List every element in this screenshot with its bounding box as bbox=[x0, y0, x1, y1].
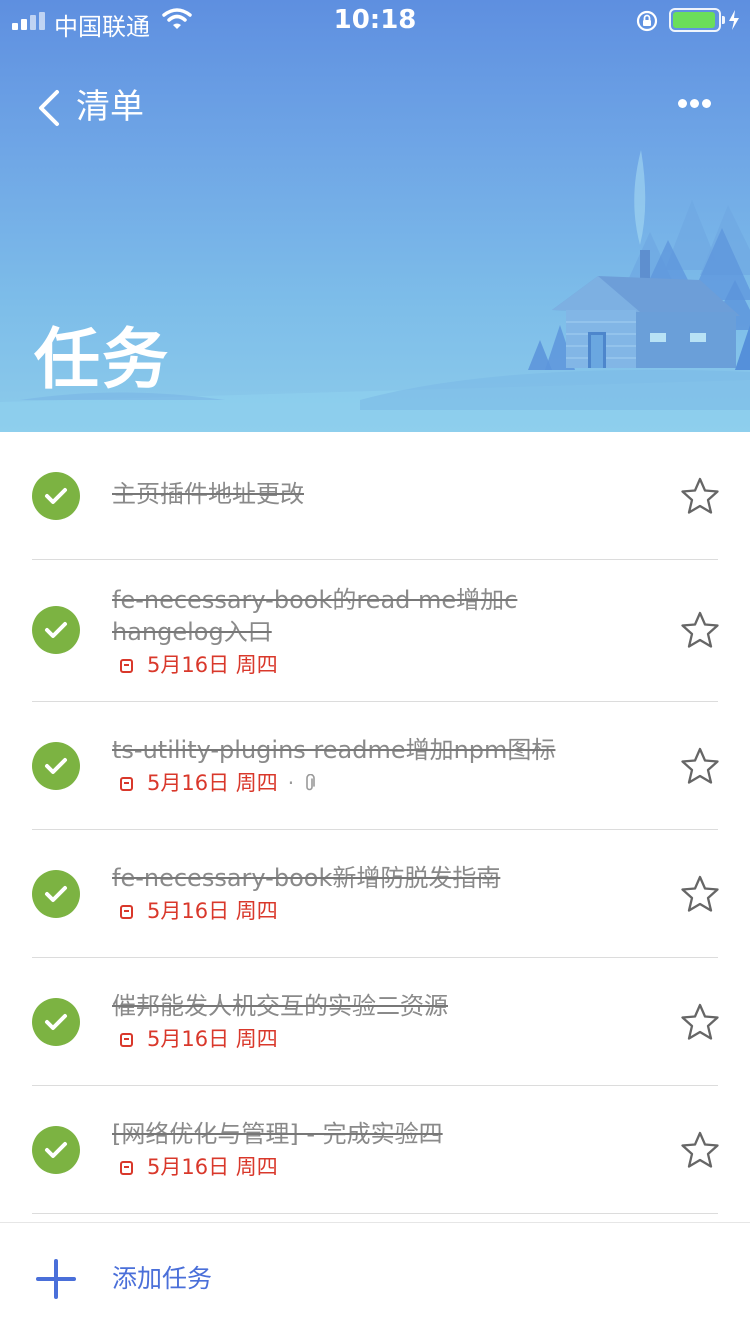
star-icon[interactable] bbox=[680, 476, 720, 516]
calendar-icon bbox=[120, 905, 133, 919]
add-task-bar[interactable]: 添加任务 bbox=[0, 1222, 750, 1334]
star-icon[interactable] bbox=[680, 1002, 720, 1042]
more-options-button[interactable] bbox=[672, 88, 716, 118]
plus-icon[interactable] bbox=[36, 1259, 76, 1299]
task-list: 主页插件地址更改 fe-necessary-book的read me增加chan… bbox=[0, 432, 750, 1214]
task-title: fe-necessary-book的read me增加changelog入口 bbox=[112, 586, 518, 646]
page-title: 任务 bbox=[34, 321, 170, 398]
due-date-text: 5月16日 周四 bbox=[147, 653, 278, 677]
task-item[interactable]: 主页插件地址更改 bbox=[0, 432, 750, 560]
task-title: ts-utility-plugins readme增加npm图标 bbox=[112, 736, 556, 764]
task-due-date: 5月16日 周四 bbox=[112, 650, 532, 680]
status-bar: 中国联通 10:18 bbox=[0, 0, 750, 41]
orientation-lock-icon bbox=[636, 10, 658, 32]
due-date-text: 5月16日 周四 bbox=[147, 771, 278, 795]
list-header: 中国联通 10:18 清单 任务 bbox=[0, 0, 750, 432]
task-item[interactable]: 催邦能发人机交互的实验二资源 5月16日 周四 bbox=[0, 958, 750, 1086]
completed-check-icon[interactable] bbox=[32, 870, 80, 918]
star-icon[interactable] bbox=[680, 610, 720, 650]
calendar-icon bbox=[120, 777, 133, 791]
back-button[interactable]: 清单 bbox=[36, 84, 166, 132]
task-item[interactable]: fe-necessary-book新增防脱发指南 5月16日 周四 bbox=[0, 830, 750, 958]
star-icon[interactable] bbox=[680, 1130, 720, 1170]
task-title: [网络优化与管理] - 完成实验四 bbox=[112, 1120, 443, 1148]
task-due-date: 5月16日 周四 bbox=[112, 896, 592, 926]
star-icon[interactable] bbox=[680, 746, 720, 786]
meta-separator: · bbox=[287, 771, 295, 795]
task-item[interactable]: [网络优化与管理] - 完成实验四 5月16日 周四 bbox=[0, 1086, 750, 1214]
task-item[interactable]: fe-necessary-book的read me增加changelog入口 5… bbox=[0, 560, 750, 702]
task-due-date: 5月16日 周四 bbox=[112, 1152, 592, 1182]
completed-check-icon[interactable] bbox=[32, 606, 80, 654]
calendar-icon bbox=[120, 1033, 133, 1047]
battery-icon bbox=[669, 8, 725, 32]
due-date-text: 5月16日 周四 bbox=[147, 1155, 278, 1179]
battery-level bbox=[673, 12, 715, 28]
divider bbox=[32, 1213, 718, 1214]
due-date-text: 5月16日 周四 bbox=[147, 1027, 278, 1051]
task-due-date: 5月16日 周四 · bbox=[112, 768, 592, 798]
more-dots-icon bbox=[678, 99, 687, 108]
calendar-icon bbox=[120, 659, 133, 673]
calendar-icon bbox=[120, 1161, 133, 1175]
charging-bolt-icon bbox=[729, 10, 739, 30]
task-title: fe-necessary-book新增防脱发指南 bbox=[112, 864, 501, 892]
completed-check-icon[interactable] bbox=[32, 472, 80, 520]
task-item[interactable]: ts-utility-plugins readme增加npm图标 5月16日 周… bbox=[0, 702, 750, 830]
add-task-label[interactable]: 添加任务 bbox=[112, 1261, 212, 1297]
attachment-icon bbox=[306, 774, 315, 791]
completed-check-icon[interactable] bbox=[32, 998, 80, 1046]
task-title: 催邦能发人机交互的实验二资源 bbox=[112, 992, 448, 1020]
due-date-text: 5月16日 周四 bbox=[147, 899, 278, 923]
star-icon[interactable] bbox=[680, 874, 720, 914]
task-due-date: 5月16日 周四 bbox=[112, 1024, 592, 1054]
completed-check-icon[interactable] bbox=[32, 1126, 80, 1174]
back-label: 清单 bbox=[76, 87, 144, 127]
completed-check-icon[interactable] bbox=[32, 742, 80, 790]
chevron-left-icon bbox=[39, 90, 59, 126]
task-title: 主页插件地址更改 bbox=[112, 480, 304, 508]
